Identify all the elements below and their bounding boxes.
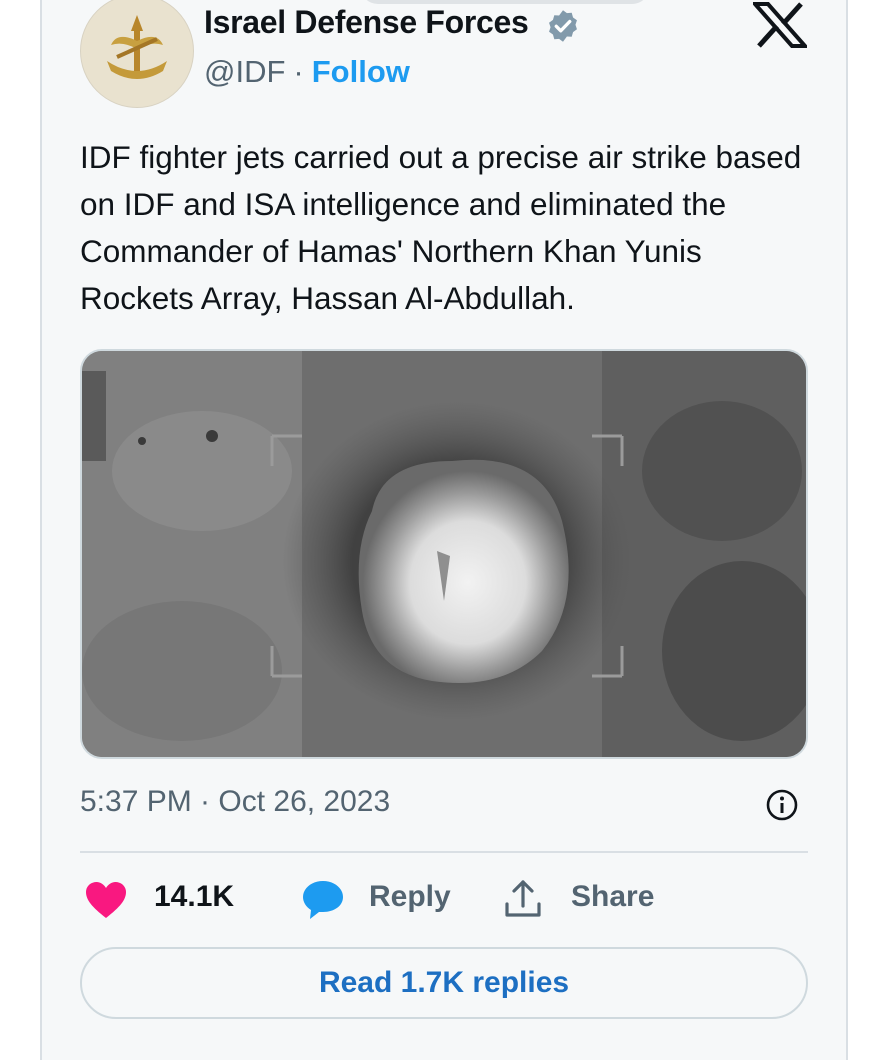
divider [80,851,808,853]
post-video-thumbnail[interactable] [80,349,808,759]
idf-emblem-icon [107,15,167,79]
like-count[interactable]: 14.1K [154,880,234,914]
reply-bubble-icon[interactable] [300,878,346,922]
post-text: IDF fighter jets carried out a precise a… [80,139,802,316]
read-replies-button[interactable]: Read 1.7K replies [80,947,808,1019]
heart-icon[interactable] [84,880,128,920]
post-timestamp[interactable]: 5:37 PM · Oct 26, 2023 [80,785,390,819]
follow-button[interactable]: Follow [312,54,410,89]
info-icon[interactable] [765,788,799,822]
x-logo-icon[interactable] [753,2,807,48]
verified-badge-icon [549,10,577,42]
separator-dot: · [293,54,304,89]
share-button[interactable]: Share [571,880,654,914]
author-name[interactable]: Israel Defense Forces [204,4,529,41]
strike-footage-image [82,351,806,757]
author-handle[interactable]: @IDF [204,54,285,89]
handle-row: @IDF · Follow [204,54,410,90]
read-replies-label: Read 1.7K replies [318,966,570,999]
reply-button[interactable]: Reply [369,880,451,914]
share-icon[interactable] [502,878,544,920]
